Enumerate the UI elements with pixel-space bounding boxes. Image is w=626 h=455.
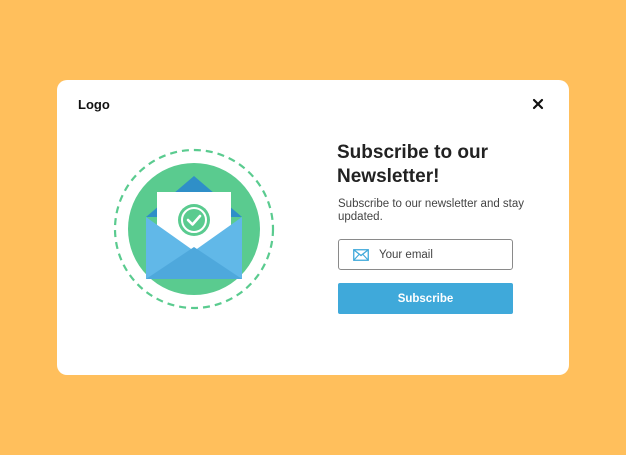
page-title: Subscribe to our Newsletter! [337,142,488,187]
subscribe-button[interactable]: Subscribe [338,283,513,314]
mail-icon [353,248,369,261]
logo: Logo [78,97,110,112]
email-input[interactable] [379,248,499,261]
email-field[interactable] [338,239,513,270]
envelope-check-icon [111,146,277,312]
subscribe-modal: Logo Subscribe to our Newsletter! Subscr… [57,80,569,375]
subtitle: Subscribe to our newsletter and stay upd… [338,198,525,223]
close-icon[interactable] [531,97,545,111]
